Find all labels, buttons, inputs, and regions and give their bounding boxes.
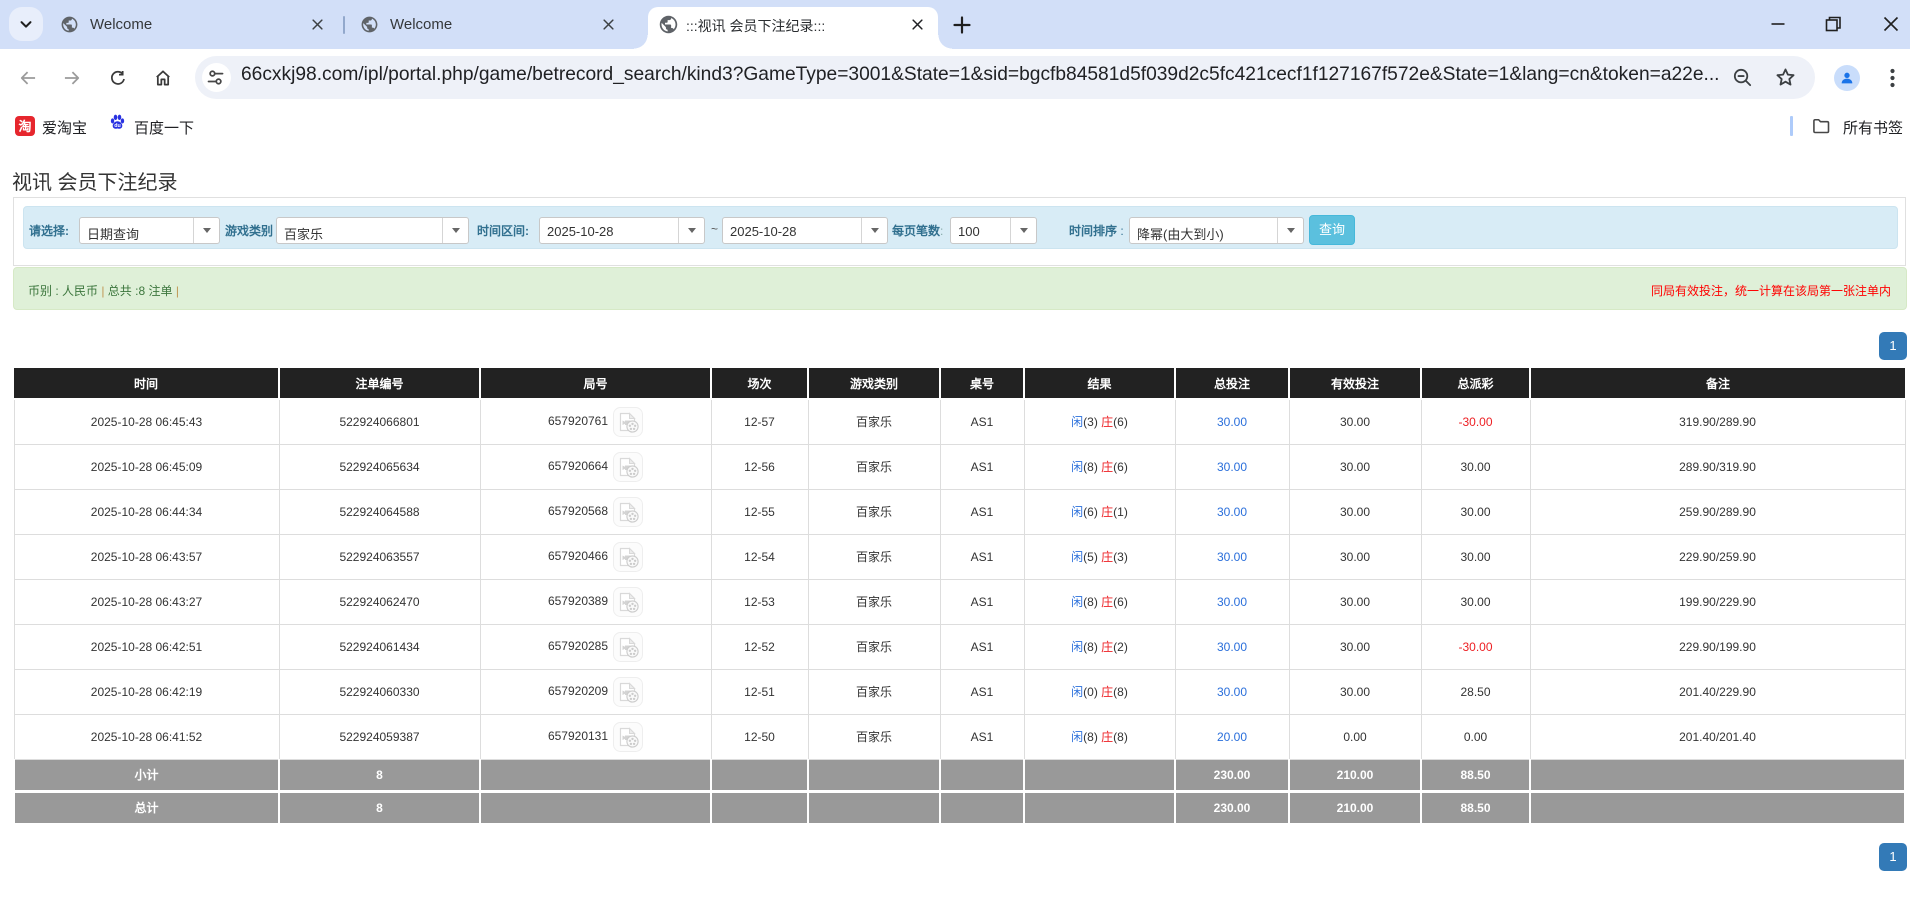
svg-text:du: du [114,123,120,129]
svg-text:淘: 淘 [18,119,31,134]
